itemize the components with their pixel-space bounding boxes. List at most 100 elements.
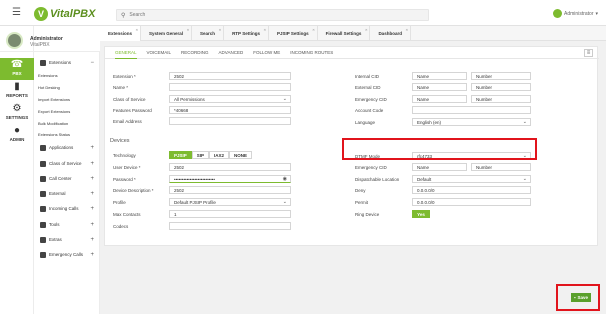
close-icon[interactable]: × [264, 27, 266, 32]
tech-none-button[interactable]: NONE [229, 151, 253, 159]
menu-icon[interactable]: ☰ [12, 8, 21, 18]
submenu-applications[interactable]: Applications + [34, 143, 100, 152]
device-description-label: Device Description * [113, 188, 154, 193]
password-field[interactable]: •••••••••••••••••••••••••• ◉ [169, 175, 291, 183]
plus-icon: + [90, 221, 94, 228]
submenu-sub-import[interactable]: Import Extensions [38, 97, 70, 102]
close-icon[interactable]: × [312, 27, 314, 32]
internal-cid-label: Internal CID [355, 74, 380, 79]
search-input[interactable] [129, 12, 410, 18]
logo[interactable]: V VitalPBX [34, 6, 95, 21]
submenu-sub-extensions[interactable]: Extensions [38, 73, 58, 78]
user-device-field[interactable]: 2502 [169, 163, 291, 171]
tab-firewall-settings[interactable]: Firewall Settings × [318, 26, 371, 41]
eye-icon[interactable]: ◉ [283, 176, 287, 182]
subtab-voicemail[interactable]: VOICEMAIL [147, 47, 172, 59]
close-icon[interactable]: × [219, 27, 221, 32]
rail-item-reports[interactable]: ▮ REPORTS [0, 82, 34, 102]
chevron-down-icon: ⌄ [282, 199, 287, 205]
tab-system-general[interactable]: System General × [141, 26, 193, 41]
submenu-external[interactable]: External + [34, 189, 100, 198]
submenu-sub-bulk[interactable]: Bulk Modification [38, 121, 68, 126]
rail-item-admin[interactable]: ● ADMIN [0, 126, 34, 146]
device-description-field[interactable]: 2502 [169, 186, 291, 194]
features-password-field[interactable]: *40668 [169, 106, 291, 114]
deny-field[interactable]: 0.0.0.0/0 [412, 186, 531, 194]
submenu-sub-status[interactable]: Extensions Status [38, 132, 70, 137]
close-icon[interactable]: × [406, 27, 408, 32]
list-icon[interactable]: ≡ [584, 49, 593, 57]
account-code-field[interactable] [412, 106, 531, 114]
emergency-calls-icon [40, 251, 46, 258]
tech-iax2-button[interactable]: IAX2 [209, 151, 230, 159]
name-field[interactable] [169, 83, 291, 91]
class-of-service-icon [40, 160, 46, 167]
submenu-sub-hot-desking[interactable]: Hot Desking [38, 85, 60, 90]
user-menu[interactable]: Administrator ▾ [553, 9, 598, 18]
submenu-label: Tools [49, 222, 60, 227]
device-emergency-cid-name-field[interactable]: Name [412, 163, 467, 171]
submenu-extras[interactable]: Extras + [34, 235, 100, 244]
tab-label: System General [149, 31, 184, 36]
subtab-recording[interactable]: RECORDING [181, 47, 209, 59]
external-cid-number-field[interactable]: Number [471, 83, 531, 91]
language-select[interactable]: English (en) ⌄ [412, 118, 531, 126]
close-icon[interactable]: × [187, 27, 189, 32]
email-field[interactable] [169, 117, 291, 125]
submenu-incoming-calls[interactable]: Incoming Calls + [34, 204, 100, 213]
tab-search[interactable]: Search × [192, 26, 225, 41]
subtab-incoming-routes[interactable]: INCOMING ROUTES [290, 47, 333, 59]
chevron-down-icon: ⌄ [282, 96, 287, 102]
internal-cid-number-field[interactable]: Number [471, 72, 531, 80]
extension-field[interactable]: 2502 [169, 72, 291, 80]
internal-cid-name-field[interactable]: Name [412, 72, 467, 80]
save-button[interactable]: ▪ Save [571, 293, 591, 302]
language-label: Language [355, 120, 376, 125]
subtab-follow-me[interactable]: FOLLOW ME [253, 47, 280, 59]
rail-item-label: SETTINGS [5, 115, 29, 120]
submenu-call-center[interactable]: Call Center + [34, 174, 100, 183]
tab-extensions[interactable]: Extensions × [100, 26, 142, 41]
profile-select[interactable]: Default PJSIP Profile ⌄ [169, 198, 291, 206]
rail-item-settings[interactable]: ⚙ SETTINGS [0, 104, 34, 124]
device-emergency-cid-number-field[interactable]: Number [471, 163, 531, 171]
tech-sip-button[interactable]: SIP [191, 151, 210, 159]
subtab-advanced[interactable]: ADVANCED [219, 47, 244, 59]
class-of-service-select[interactable]: All Permissions ⌄ [169, 95, 291, 103]
user-label: Administrator [564, 10, 594, 17]
tab-rtp-settings[interactable]: RTP Settings × [224, 26, 269, 41]
tech-pjsip-button[interactable]: PJSIP [169, 151, 192, 159]
emergency-cid-number-field[interactable]: Number [471, 95, 531, 103]
rail-item-pbx[interactable]: ☎ PBX [0, 58, 34, 80]
submenu-emergency-calls[interactable]: Emergency Calls + [34, 250, 100, 259]
field-placeholder: Name [417, 73, 430, 79]
close-icon[interactable]: × [136, 27, 138, 32]
max-contacts-field[interactable]: 1 [169, 210, 291, 218]
external-cid-label: External CID [355, 85, 381, 90]
permit-field[interactable]: 0.0.0.0/0 [412, 198, 531, 206]
rail-item-label: ADMIN [9, 137, 25, 142]
submenu-label: Call Center [49, 176, 72, 181]
submenu-tools[interactable]: Tools + [34, 220, 100, 229]
search-box[interactable]: ⚲ [116, 9, 429, 21]
submenu-extensions[interactable]: Extensions − [34, 58, 100, 67]
field-placeholder: Number [476, 84, 493, 90]
profile-card: Administrator VitalPBX [0, 26, 100, 52]
tab-pjsip-settings[interactable]: PJSIP Settings × [269, 26, 318, 41]
user-device-label: User Device * [113, 165, 141, 170]
tab-dashboard[interactable]: Dashboard × [370, 26, 411, 41]
subtab-general[interactable]: GENERAL [115, 47, 137, 59]
ring-device-toggle[interactable]: Yes [412, 210, 430, 218]
close-icon[interactable]: × [365, 27, 367, 32]
max-contacts-value: 1 [174, 211, 177, 217]
submenu-sub-export[interactable]: Export Extensions [38, 109, 70, 114]
external-cid-name-field[interactable]: Name [412, 83, 467, 91]
emergency-cid-name-field[interactable]: Name [412, 95, 467, 103]
plus-icon: + [90, 251, 94, 258]
password-label: Password * [113, 177, 136, 182]
dispatchable-location-select[interactable]: Default ⌄ [412, 175, 531, 183]
codecs-field[interactable] [169, 222, 291, 230]
submenu-class-of-service[interactable]: Class of Service + [34, 159, 100, 168]
profile-avatar [6, 32, 23, 49]
tab-label: PJSIP Settings [276, 31, 309, 36]
